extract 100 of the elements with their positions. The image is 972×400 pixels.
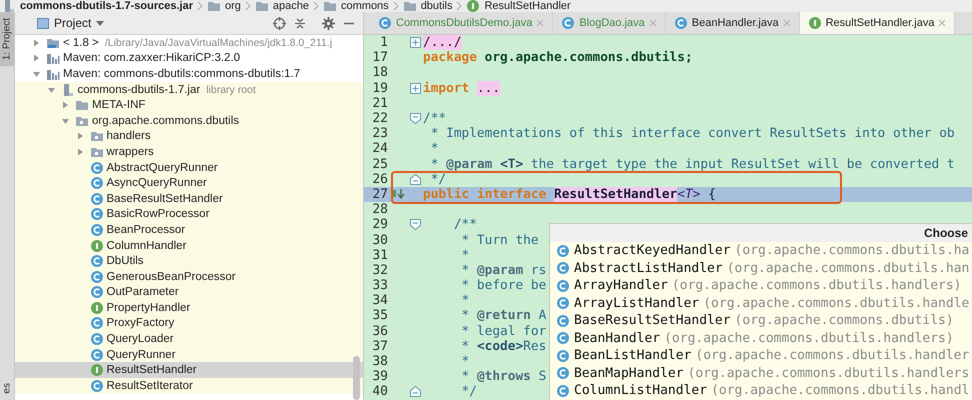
breadcrumb-item[interactable]: apache xyxy=(272,0,309,12)
popup-item[interactable]: ArrayListHandler (org.apache.commons.dbutils.handle xyxy=(550,294,972,312)
doc-comment: * xyxy=(460,369,470,384)
tree-item[interactable]: BaseResultSetHandler xyxy=(15,190,363,207)
chevron-icon xyxy=(313,1,319,11)
breadcrumb-item[interactable]: commons xyxy=(341,0,389,12)
tool-window-button[interactable]: 1: Project xyxy=(0,12,14,66)
popup-item[interactable]: AbstractKeyedHandler (org.apache.commons.dbutils.ha xyxy=(550,242,972,260)
tree-item-label: AsyncQueryRunner xyxy=(106,177,207,190)
tree-item[interactable]: BasicRowProcessor xyxy=(15,206,363,222)
line-number: 30 xyxy=(371,232,388,248)
interface-icon xyxy=(466,0,480,12)
collapse-icon[interactable] xyxy=(294,16,306,30)
fold-open-icon[interactable] xyxy=(410,219,420,230)
crosshair-icon[interactable] xyxy=(273,16,286,30)
tree-item[interactable]: < 1.8 > /Library/Java/JavaVirtualMachines/jdk1.8.0_211.j xyxy=(15,35,363,51)
settings-icon[interactable] xyxy=(322,16,335,30)
package-name: (org.apache.commons.dbutils.handl xyxy=(711,383,970,398)
popup-item[interactable]: BeanHandler (org.apache.commons.dbutils.handlers) xyxy=(550,330,972,347)
tree-item[interactable]: BeanProcessor xyxy=(15,222,363,238)
package-name: (org.apache.commons.dbutils) xyxy=(734,313,954,328)
doc-comment: * Implementations of this interface convert ResultSets into other ob xyxy=(430,126,955,142)
class-icon xyxy=(90,222,104,237)
close-icon[interactable] xyxy=(938,19,946,27)
doc-comment: S xyxy=(538,369,546,384)
doc-comment: A xyxy=(538,308,546,324)
tree-item[interactable]: GenerousBeanProcessor xyxy=(15,268,363,284)
chevron-icon xyxy=(244,1,251,11)
line-number: 39 xyxy=(371,369,388,384)
close-icon[interactable] xyxy=(536,19,544,27)
line-number: 19 xyxy=(371,80,388,96)
doc-comment: * before be xyxy=(460,278,546,294)
tree-item-label: OutParameter xyxy=(106,286,179,298)
tree-item[interactable]: wrappers xyxy=(15,144,363,160)
tree-item[interactable]: PropertyHandler xyxy=(15,300,363,316)
popup-item[interactable]: BeanListHandler (org.apache.commons.dbutils.handler xyxy=(550,347,972,364)
class-icon xyxy=(561,16,576,30)
class-name: AbstractKeyedHandler xyxy=(574,243,731,258)
fold-plus-icon[interactable] xyxy=(410,82,420,94)
gutter-marker-icon[interactable] xyxy=(391,188,405,200)
doc-comment: * xyxy=(430,141,438,156)
scrollbar-thumb[interactable] xyxy=(353,356,360,400)
doc-comment: */ xyxy=(460,384,477,400)
tree-item[interactable]: ProxyFactory xyxy=(15,316,363,332)
tab-title: BeanHandler.java xyxy=(692,17,779,29)
tree-item[interactable]: OutParameter xyxy=(15,284,363,300)
class-icon xyxy=(556,296,570,310)
tree-item[interactable]: QueryRunner xyxy=(15,346,363,362)
fold-end-icon[interactable] xyxy=(410,386,420,398)
close-icon[interactable] xyxy=(782,19,791,27)
class-icon xyxy=(90,160,104,175)
popup-item[interactable]: AbstractListHandler (org.apache.commons.dbutils.han xyxy=(550,260,972,277)
tree-item[interactable]: AbstractQueryRunner xyxy=(15,160,363,176)
package-name: (org.apache.commons.dbutils.handler xyxy=(695,348,970,364)
tree-item-label: ProxyFactory xyxy=(106,317,174,330)
close-icon[interactable] xyxy=(648,19,657,27)
tree-item[interactable]: commons-dbutils-1.7.jar library root xyxy=(15,82,363,98)
popup-item[interactable]: ArrayHandler (org.apache.commons.dbutils.handlers) xyxy=(550,277,972,294)
tab-title: BlogDao.java xyxy=(579,17,645,29)
line-number: 38 xyxy=(371,354,388,370)
doc-comment: * legal for xyxy=(460,324,546,339)
tree-item[interactable]: org.apache.commons.dbutils xyxy=(15,112,363,129)
tree-item-label: GenerousBeanProcessor xyxy=(106,270,236,283)
breadcrumb-item[interactable]: commons-dbutils-1.7-sources.jar xyxy=(20,0,193,12)
tree-item-label: DbUtils xyxy=(106,255,144,268)
tool-window-button[interactable]: es xyxy=(0,377,14,400)
tree-item[interactable]: ResultSetHandler xyxy=(15,362,363,378)
package-name: (org.apache.commons.dbutils.handlers) xyxy=(664,330,954,346)
doc-comment: Res xyxy=(523,338,546,354)
interface-icon xyxy=(90,363,104,378)
fold-end-icon[interactable] xyxy=(410,174,420,185)
class-icon xyxy=(90,316,104,330)
line-number: 40 xyxy=(371,384,388,400)
class-name: ArrayListHandler xyxy=(574,296,700,311)
tree-item[interactable]: DbUtils xyxy=(15,253,363,269)
fold-plus-icon[interactable] xyxy=(410,37,420,48)
breadcrumb-item[interactable]: org xyxy=(225,0,241,12)
tree-item[interactable]: Maven: commons-dbutils:commons-dbutils:1.7 xyxy=(15,66,363,82)
fold-open-icon[interactable] xyxy=(410,113,420,124)
tree-item[interactable]: Maven: com.zaxxer:HikariCP:3.2.0 xyxy=(15,50,363,66)
tree-item[interactable]: AsyncQueryRunner xyxy=(15,175,363,191)
editor-tab[interactable]: ResultSetHandler.java xyxy=(800,12,956,34)
breadcrumb-item[interactable]: ResultSetHandler xyxy=(484,0,571,12)
tree-item[interactable]: QueryLoader xyxy=(15,331,363,347)
popup-item[interactable]: BeanMapHandler (org.apache.commons.dbutils.handlers xyxy=(550,364,972,382)
breadcrumb-item[interactable]: dbutils xyxy=(420,0,452,12)
line-number: 24 xyxy=(371,141,388,156)
line-number: 21 xyxy=(371,96,388,111)
class-icon xyxy=(90,285,104,300)
popup-item[interactable]: BaseResultSetHandler (org.apache.commons.dbutils) xyxy=(550,312,972,330)
line-number: 26 xyxy=(371,172,388,187)
tree-item[interactable]: META-INF xyxy=(15,97,363,113)
tree-item[interactable]: ColumnHandler xyxy=(15,238,363,254)
popup-item[interactable]: ColumnListHandler (org.apache.commons.dbutils.handl xyxy=(550,382,972,400)
tree-item[interactable]: ResultSetIterator xyxy=(15,378,363,394)
tree-item-label: BaseResultSetHandler xyxy=(106,192,223,205)
view-dropdown[interactable]: Project xyxy=(37,16,104,30)
editor-tab[interactable]: BeanHandler.java xyxy=(666,12,800,34)
line-number: 27 xyxy=(371,186,388,202)
tree-item[interactable]: handlers xyxy=(15,128,363,144)
